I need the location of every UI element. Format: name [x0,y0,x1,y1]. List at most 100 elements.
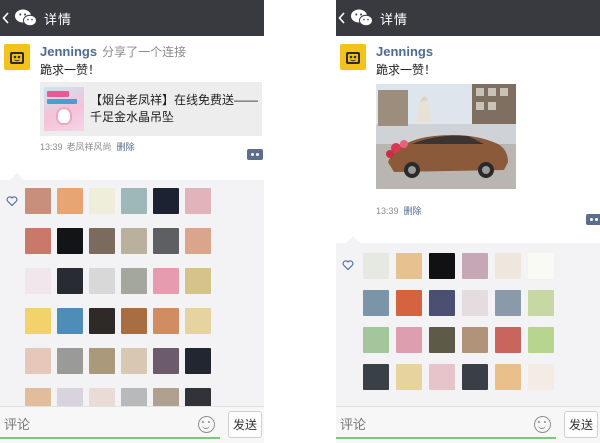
liker-avatar[interactable] [462,290,488,316]
liker-avatar[interactable] [185,188,211,214]
liker-avatar[interactable] [57,348,83,374]
post-text: 跪求一赞！ [40,63,101,77]
liker-avatar[interactable] [25,308,51,334]
liker-avatar[interactable] [363,327,389,353]
liker-avatar[interactable] [89,348,115,374]
liker-avatar[interactable] [121,228,147,254]
liker-avatar[interactable] [528,327,554,353]
liker-avatar[interactable] [57,188,83,214]
liker-avatar[interactable] [462,253,488,279]
liker-avatar[interactable] [185,228,211,254]
liker-avatar[interactable] [25,348,51,374]
comment-action-icon[interactable] [247,149,263,160]
liker-avatar[interactable] [89,228,115,254]
avatar[interactable] [4,44,30,70]
liker-avatar[interactable] [528,290,554,316]
page-title: 详情 [44,11,73,27]
liker-avatar[interactable] [25,268,51,294]
liker-avatar[interactable] [89,308,115,334]
heart-icon [342,260,354,271]
liker-avatar[interactable] [153,308,179,334]
comment-input[interactable] [0,411,220,439]
liker-avatar[interactable] [121,188,147,214]
liker-avatar[interactable] [121,268,147,294]
liker-avatar[interactable] [528,364,554,390]
post-time: 13:39 [376,206,399,216]
post-meta: 13:39 删除 [376,204,422,217]
back-arrow-icon[interactable] [0,0,12,36]
moment-detail-left: 详情 Jennings 分享了一个连接 跪求一赞！ 【烟台老凤祥】在线免费送——千… [0,0,264,443]
post-meta: 13:39 老凤祥风尚 删除 [40,140,135,153]
author-name[interactable]: Jennings [40,44,97,59]
delete-link[interactable]: 删除 [404,206,422,216]
liker-avatar[interactable] [153,188,179,214]
delete-link[interactable]: 删除 [117,142,135,152]
emoji-icon[interactable] [198,416,215,433]
liker-avatar[interactable] [429,253,455,279]
shared-link-card[interactable]: 【烟台老凤祥】在线免费送——千足金水晶吊坠 [40,82,262,136]
liker-avatar[interactable] [25,228,51,254]
liker-avatar[interactable] [153,348,179,374]
post-text: 跪求一赞！ [376,63,437,77]
liker-avatar[interactable] [57,268,83,294]
moment-detail-right: 详情 Jennings 跪求一赞！ 13:39 删除 评论 发送 [336,0,600,443]
liker-avatar[interactable] [429,327,455,353]
liker-avatar[interactable] [363,290,389,316]
liker-avatar[interactable] [185,348,211,374]
likes-panel [336,236,600,406]
liker-avatar[interactable] [528,253,554,279]
liker-avatar[interactable] [495,253,521,279]
post-photo[interactable] [376,84,516,189]
top-bar: 详情 [0,0,264,36]
liker-avatar[interactable] [57,228,83,254]
liker-avatar[interactable] [57,308,83,334]
avatar[interactable] [340,44,366,70]
shared-link-label: 分享了一个连接 [102,45,187,59]
liker-avatar[interactable] [396,327,422,353]
liker-avatar[interactable] [495,327,521,353]
liker-avatar[interactable] [153,268,179,294]
liker-avatar[interactable] [396,364,422,390]
likes-panel [0,173,264,414]
link-title: 【烟台老凤祥】在线免费送——千足金水晶吊坠 [90,93,259,124]
send-button[interactable]: 发送 [228,411,262,438]
liker-avatar[interactable] [363,253,389,279]
comment-input[interactable] [336,411,556,439]
liker-avatar[interactable] [495,290,521,316]
like-avatar-grid [363,253,554,390]
back-arrow-icon[interactable] [336,0,348,36]
liker-avatar[interactable] [396,253,422,279]
liker-avatar[interactable] [396,290,422,316]
liker-avatar[interactable] [429,290,455,316]
like-avatar-grid [25,188,211,414]
post-time: 13:39 [40,142,63,152]
post-body: Jennings 分享了一个连接 跪求一赞！ 【烟台老凤祥】在线免费送——千足金水… [40,44,262,136]
wechat-logo-icon [350,7,374,29]
liker-avatar[interactable] [153,228,179,254]
wechat-logo-icon [14,7,38,29]
liker-avatar[interactable] [121,308,147,334]
top-bar: 详情 [336,0,600,36]
post-body: Jennings 跪求一赞！ [376,44,598,189]
post-source: 老凤祥风尚 [66,142,112,152]
liker-avatar[interactable] [429,364,455,390]
liker-avatar[interactable] [462,364,488,390]
liker-avatar[interactable] [89,268,115,294]
author-name[interactable]: Jennings [376,44,433,59]
liker-avatar[interactable] [25,188,51,214]
link-thumbnail [44,87,84,131]
comment-bar: 发送 [336,406,600,443]
comment-bar: 发送 [0,406,264,443]
send-button[interactable]: 发送 [564,411,598,438]
liker-avatar[interactable] [89,188,115,214]
liker-avatar[interactable] [121,348,147,374]
heart-icon [6,196,18,207]
emoji-icon[interactable] [534,416,551,433]
liker-avatar[interactable] [462,327,488,353]
liker-avatar[interactable] [363,364,389,390]
liker-avatar[interactable] [495,364,521,390]
page-title: 详情 [380,11,409,27]
liker-avatar[interactable] [185,308,211,334]
liker-avatar[interactable] [185,268,211,294]
comment-action-icon[interactable] [586,214,600,225]
